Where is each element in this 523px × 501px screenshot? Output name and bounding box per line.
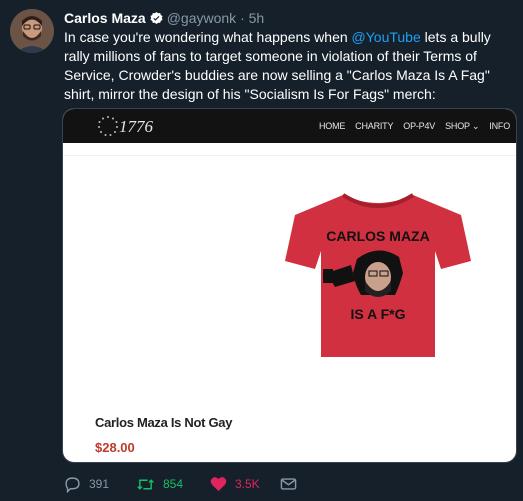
retweet-count: 854 (163, 477, 184, 491)
tweet-image[interactable]: 1776 HOME CHARITY OP-P4V SHOP ⌄ INFO CAR… (62, 108, 517, 463)
mention-link[interactable]: @YouTube (352, 29, 421, 45)
tweet-actions: 391 854 3.5K (64, 475, 504, 493)
nav-item-home: HOME (318, 121, 346, 131)
retweet-button[interactable]: 854 (136, 476, 210, 493)
like-button[interactable]: 3.5K (210, 476, 280, 492)
nav-item-shop: SHOP ⌄ (445, 121, 479, 132)
tweet-text: In case you're wondering what happens wh… (64, 28, 516, 104)
reply-count: 391 (89, 477, 110, 491)
shirt-text-bottom: IS A F*G (351, 306, 406, 322)
tweet-text-part1: In case you're wondering what happens wh… (64, 29, 352, 45)
product-price: $28.00 (95, 440, 135, 455)
site-logo-icon (97, 115, 119, 142)
tshirt-image: CARLOS MAZA IS A F*G (285, 193, 471, 357)
site-navbar: 1776 HOME CHARITY OP-P4V SHOP ⌄ INFO (63, 109, 516, 143)
heart-icon (210, 477, 227, 492)
shirt-text-top: CARLOS MAZA (326, 228, 429, 244)
site-nav-menu: HOME CHARITY OP-P4V SHOP ⌄ INFO (319, 121, 510, 132)
site-logo-text: 1776 (119, 117, 153, 136)
divider (63, 155, 516, 156)
author-handle[interactable]: @gaywonk (167, 10, 236, 26)
share-button[interactable] (280, 477, 310, 491)
nav-item-charity: CHARITY (355, 121, 394, 131)
author-name[interactable]: Carlos Maza (64, 10, 146, 26)
chevron-down-icon: ⌄ (471, 121, 480, 131)
avatar[interactable] (10, 9, 54, 53)
nav-item-op-p4v: OP-P4V (403, 121, 436, 131)
like-count: 3.5K (235, 477, 260, 491)
nav-item-shop-label: SHOP (445, 121, 470, 131)
nav-item-info: INFO (489, 121, 510, 131)
tweet-header: Carlos Maza @gaywonk · 5h (64, 9, 264, 30)
reply-icon (65, 476, 80, 493)
separator-dot: · (240, 10, 245, 26)
reply-button[interactable]: 391 (64, 476, 136, 493)
product-title: Carlos Maza Is Not Gay (95, 415, 233, 430)
tweet-timestamp[interactable]: 5h (249, 10, 265, 26)
retweet-icon (137, 478, 154, 490)
envelope-icon (280, 478, 297, 490)
